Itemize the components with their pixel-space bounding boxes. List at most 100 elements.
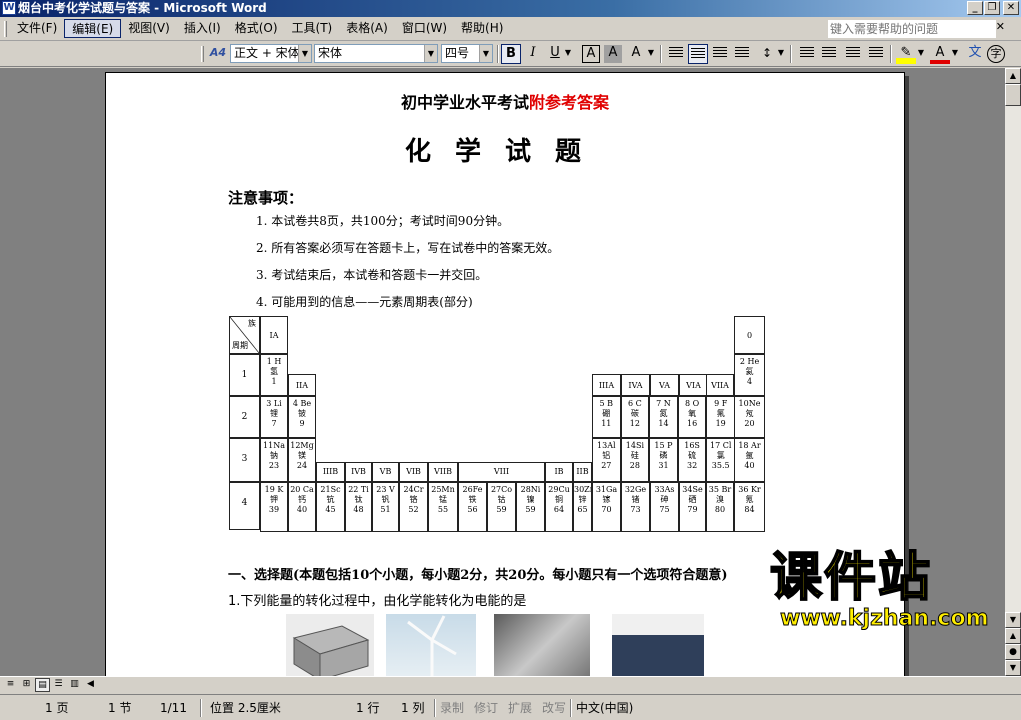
restore-button[interactable]: ❐ — [984, 1, 1000, 15]
element-s: 16S 硫 32 — [677, 438, 707, 482]
character-scale-button[interactable]: A — [626, 44, 646, 64]
scroll-down-icon[interactable]: ▼ — [1005, 612, 1021, 628]
menu-grip-handle[interactable] — [4, 21, 7, 37]
style-dropdown-arrow-icon[interactable]: ▼ — [298, 45, 311, 62]
element-symbol: 22 Ti — [348, 485, 369, 494]
status-extend[interactable]: 扩展 — [508, 698, 532, 718]
element-symbol: 24Cr — [403, 485, 424, 494]
scale-dropdown-arrow-icon[interactable]: ▼ — [646, 44, 656, 64]
distributed-align-icon[interactable] — [732, 44, 752, 64]
element-co: 27Co 钴 59 — [487, 482, 516, 532]
toolbar-grip-handle[interactable] — [201, 46, 204, 62]
decrease-indent-icon[interactable] — [843, 44, 863, 64]
element-mass: 59 — [525, 505, 536, 514]
scroll-up-icon[interactable]: ▲ — [1005, 68, 1021, 84]
font-size-value: 四号 — [445, 46, 470, 60]
menu-insert[interactable]: 插入(I) — [177, 19, 228, 38]
element-name: 钠 — [270, 451, 278, 460]
enclose-characters-button[interactable]: 字 — [987, 45, 1005, 63]
character-shading-button[interactable]: A — [604, 45, 622, 63]
align-center-icon[interactable] — [688, 44, 708, 64]
menu-tools[interactable]: 工具(T) — [285, 19, 340, 38]
styles-pane-icon[interactable]: A4 — [208, 44, 228, 64]
line-spacing-icon[interactable]: ↕ — [757, 44, 777, 64]
status-track-changes[interactable]: 修订 — [474, 698, 498, 718]
element-mass: 23 — [268, 461, 280, 470]
menu-table[interactable]: 表格(A) — [339, 19, 395, 38]
increase-indent-icon[interactable] — [866, 44, 886, 64]
font-color-dropdown-arrow-icon[interactable]: ▼ — [950, 44, 960, 64]
element-name: 钪 — [326, 495, 335, 504]
menu-help[interactable]: 帮助(H) — [454, 19, 510, 38]
scroll-left-icon[interactable]: ◀ — [83, 678, 98, 692]
word-app-icon[interactable]: W — [2, 1, 16, 15]
help-search-input[interactable] — [828, 20, 996, 38]
reading-view-icon[interactable]: ▥ — [67, 678, 82, 692]
element-name: 氮 — [659, 409, 668, 418]
question-1: 1.下列能量的转化过程中，由化学能转化为电能的是 — [228, 594, 527, 609]
line-spacing-dropdown-arrow-icon[interactable]: ▼ — [776, 44, 786, 64]
element-mass: 45 — [325, 505, 336, 514]
element-name: 铁 — [468, 495, 477, 504]
element-name: 溴 — [716, 495, 724, 504]
phonetic-guide-button[interactable]: 文 — [965, 44, 985, 64]
bold-button[interactable]: B — [501, 44, 521, 64]
element-name: 镁 — [298, 451, 306, 460]
scroll-thumb[interactable] — [1005, 84, 1021, 106]
window-controls: _ ❐ ✕ — [967, 1, 1019, 15]
element-symbol: 32Ge — [624, 485, 647, 494]
font-dropdown[interactable]: 宋体 ▼ — [314, 44, 438, 63]
print-view-icon[interactable]: ▤ — [35, 678, 50, 692]
character-border-button[interactable]: A — [582, 45, 600, 63]
close-button[interactable]: ✕ — [1003, 1, 1019, 15]
minimize-button[interactable]: _ — [967, 1, 983, 15]
element-mass: 65 — [577, 505, 588, 514]
status-overtype[interactable]: 改写 — [542, 698, 566, 718]
element-symbol: 29Cu — [548, 485, 570, 494]
element-symbol: 3 Li — [266, 399, 282, 408]
underline-dropdown-arrow-icon[interactable]: ▼ — [563, 44, 573, 64]
vertical-scrollbar[interactable]: ▲ ▼ ▲ ● ▼ — [1005, 68, 1021, 676]
group-label-ia: IA — [260, 316, 288, 354]
bullets-icon[interactable] — [819, 44, 839, 64]
numbering-icon[interactable] — [797, 44, 817, 64]
font-size-dropdown-arrow-icon[interactable]: ▼ — [479, 45, 492, 62]
browse-object-icon[interactable]: ● — [1005, 644, 1021, 660]
menu-edit[interactable]: 编辑(E) — [64, 19, 122, 38]
highlight-dropdown-arrow-icon[interactable]: ▼ — [916, 44, 926, 64]
status-record[interactable]: 录制 — [440, 698, 464, 718]
menu-window[interactable]: 窗口(W) — [395, 19, 454, 38]
element-ne: 10Ne 氖 20 — [734, 396, 765, 438]
highlight-icon[interactable]: ✎ — [896, 44, 916, 64]
font-dropdown-arrow-icon[interactable]: ▼ — [424, 45, 437, 62]
element-mass: 31 — [658, 461, 669, 470]
element-name: 锗 — [631, 495, 640, 504]
previous-page-icon[interactable]: ▲ — [1005, 628, 1021, 644]
style-value: 正文 + 宋体 — [234, 46, 300, 60]
element-mass: 84 — [744, 505, 755, 514]
element-ti: 22 Ti 钛 48 — [345, 482, 372, 532]
style-dropdown[interactable]: 正文 + 宋体 ▼ — [230, 44, 312, 63]
element-mass: 12 — [629, 419, 640, 428]
corner-period-label: 周期 — [232, 341, 248, 350]
element-as: 33As 砷 75 — [650, 482, 679, 532]
menu-file[interactable]: 文件(F) — [10, 19, 64, 38]
underline-button[interactable]: U — [545, 44, 565, 64]
outline-view-icon[interactable]: ☰ — [51, 678, 66, 692]
font-color-button[interactable]: A — [930, 44, 950, 64]
align-right-icon[interactable] — [710, 44, 730, 64]
element-mass: 52 — [408, 505, 419, 514]
menu-bar: 文件(F) 编辑(E) 视图(V) 插入(I) 格式(O) 工具(T) 表格(A… — [0, 17, 1021, 41]
normal-view-icon[interactable]: ≡ — [3, 678, 18, 692]
next-page-icon[interactable]: ▼ — [1005, 660, 1021, 676]
element-symbol: 8 O — [684, 399, 700, 408]
menu-view[interactable]: 视图(V) — [121, 19, 177, 38]
italic-button[interactable]: I — [523, 44, 543, 64]
web-view-icon[interactable]: ⊞ — [19, 678, 34, 692]
font-size-dropdown[interactable]: 四号 ▼ — [441, 44, 493, 63]
close-document-icon[interactable]: ✕ — [996, 20, 1005, 33]
element-mass: 32 — [687, 461, 698, 470]
element-mass: 59 — [496, 505, 507, 514]
menu-format[interactable]: 格式(O) — [228, 19, 285, 38]
align-justify-icon[interactable] — [666, 44, 686, 64]
